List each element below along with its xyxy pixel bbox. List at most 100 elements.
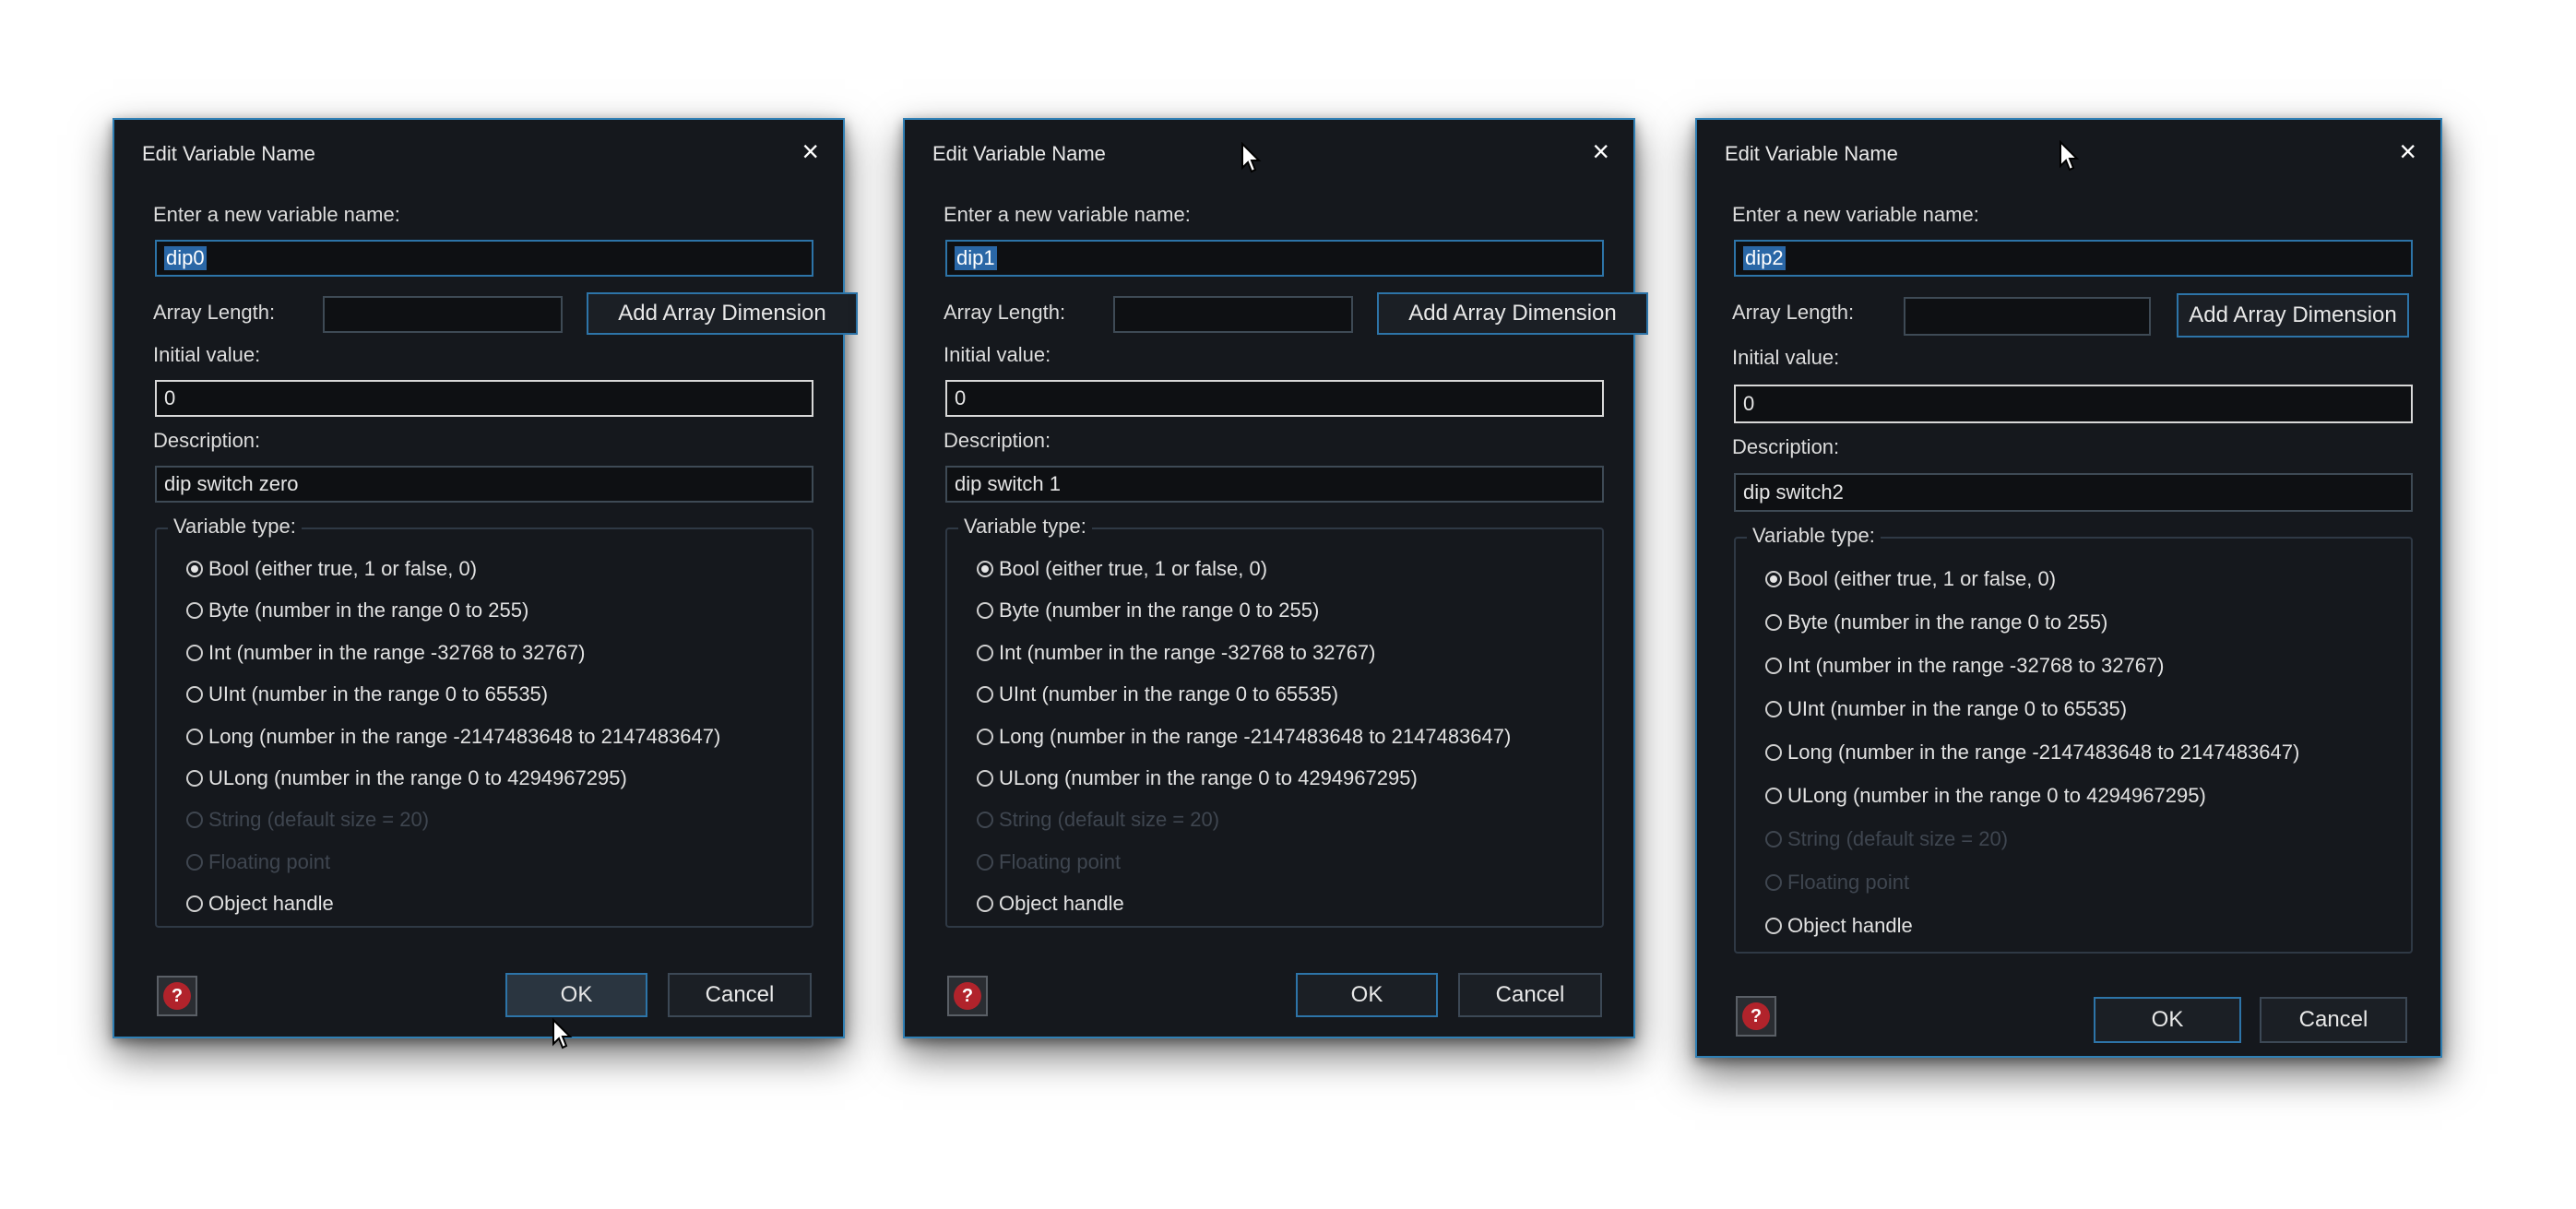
variable-type-option[interactable]: Byte (number in the range 0 to 255) [186,599,528,622]
description-label: Description: [1732,435,1840,458]
radio-button[interactable] [186,561,203,577]
variable-type-option[interactable]: Int (number in the range -32768 to 32767… [1765,654,2165,678]
array-length-input[interactable] [323,296,563,333]
variable-type-option-label: Object handle [999,892,1124,916]
variable-type-option[interactable]: Long (number in the range -2147483648 to… [1765,741,2299,765]
radio-button[interactable] [186,644,203,661]
variable-type-option-label: Long (number in the range -2147483648 to… [208,724,721,748]
variable-type-option-label: Byte (number in the range 0 to 255) [208,599,529,622]
variable-type-option[interactable]: Object handle [1765,914,1913,938]
variable-name-input[interactable]: dip0 [155,240,813,277]
array-length-label: Array Length: [944,301,1066,324]
edit-variable-dialog-dip0: Edit Variable Name × Enter a new variabl… [113,118,858,1049]
variable-type-option-label: ULong (number in the range 0 to 42949672… [999,766,1418,789]
selected-text: dip2 [1743,246,1786,270]
radio-button[interactable] [1765,744,1782,761]
variable-type-option[interactable]: Byte (number in the range 0 to 255) [1765,610,2107,634]
variable-type-option[interactable]: Object handle [977,892,1124,916]
variable-type-option[interactable]: Long (number in the range -2147483648 to… [977,725,1511,749]
array-length-input[interactable] [1904,297,2151,336]
variable-type-option[interactable]: Bool (either true, 1 or false, 0) [1765,567,2056,591]
variable-type-option[interactable]: Object handle [186,892,334,916]
close-icon[interactable]: × [2399,136,2416,166]
variable-type-option-label: Floating point [208,849,331,873]
variable-type-option[interactable]: ULong (number in the range 0 to 42949672… [186,766,627,790]
variable-type-option[interactable]: ULong (number in the range 0 to 42949672… [1765,784,2206,808]
variable-type-option[interactable]: Byte (number in the range 0 to 255) [977,599,1319,622]
initial-value-input[interactable]: 0 [155,380,813,417]
mouse-cursor-icon [2060,140,2080,172]
radio-button[interactable] [186,728,203,745]
ok-button[interactable]: OK [1296,973,1438,1017]
array-length-input[interactable] [1113,296,1353,333]
ok-button[interactable]: OK [2094,997,2241,1043]
radio-button [977,812,993,829]
radio-button[interactable] [1765,788,1782,804]
variable-type-option-label: String (default size = 20) [1787,827,2009,850]
radio-button[interactable] [977,644,993,661]
variable-type-option: Floating point [186,850,330,874]
radio-button[interactable] [1765,701,1782,717]
initial-value-label: Initial value: [944,343,1051,366]
radio-button[interactable] [977,602,993,620]
variable-name-input[interactable]: dip2 [1734,240,2413,277]
radio-button[interactable] [1765,918,1782,934]
ok-button[interactable]: OK [505,973,647,1017]
radio-button[interactable] [977,561,993,577]
variable-type-option-label: UInt (number in the range 0 to 65535) [1787,697,2128,720]
close-icon[interactable]: × [801,136,819,166]
variable-type-option-label: String (default size = 20) [999,808,1220,832]
dialog-title: Edit Variable Name [932,142,1106,165]
add-array-dimension-button[interactable]: Add Array Dimension [1377,292,1648,335]
radio-button [186,812,203,829]
initial-value-input[interactable]: 0 [945,380,1604,417]
variable-type-label: Variable type: [958,515,1092,539]
description-input[interactable]: dip switch 1 [945,466,1604,503]
radio-button [977,853,993,871]
radio-button[interactable] [977,728,993,745]
radio-button[interactable] [186,686,203,704]
help-icon[interactable]: ? [157,976,197,1016]
variable-type-option[interactable]: UInt (number in the range 0 to 65535) [1765,697,2127,721]
variable-type-option[interactable]: UInt (number in the range 0 to 65535) [977,682,1338,706]
variable-type-option[interactable]: Bool (either true, 1 or false, 0) [977,557,1267,581]
close-icon[interactable]: × [1592,136,1609,166]
variable-type-option[interactable]: UInt (number in the range 0 to 65535) [186,682,548,706]
dialog-title: Edit Variable Name [142,142,315,165]
description-input[interactable]: dip switch zero [155,466,813,503]
radio-button[interactable] [186,770,203,787]
dialog-title: Edit Variable Name [1725,142,1898,165]
variable-type-option-label: Long (number in the range -2147483648 to… [1787,741,2300,764]
variable-type-option[interactable]: Int (number in the range -32768 to 32767… [977,641,1376,665]
variable-type-option-label: Bool (either true, 1 or false, 0) [999,557,1268,580]
variable-type-label: Variable type: [168,515,302,539]
cancel-button[interactable]: Cancel [668,973,812,1017]
variable-name-input[interactable]: dip1 [945,240,1604,277]
variable-type-option[interactable]: Bool (either true, 1 or false, 0) [186,557,477,581]
variable-name-label: Enter a new variable name: [1732,203,1979,226]
cancel-button[interactable]: Cancel [2260,997,2407,1043]
variable-type-option[interactable]: Int (number in the range -32768 to 32767… [186,641,586,665]
radio-button[interactable] [186,602,203,620]
radio-button[interactable] [186,895,203,913]
add-array-dimension-button[interactable]: Add Array Dimension [2177,293,2409,338]
help-icon[interactable]: ? [947,976,988,1016]
variable-type-option[interactable]: Long (number in the range -2147483648 to… [186,725,720,749]
description-input[interactable]: dip switch2 [1734,473,2413,512]
radio-button[interactable] [1765,658,1782,674]
variable-type-option-label: Byte (number in the range 0 to 255) [999,599,1320,622]
radio-button[interactable] [977,895,993,913]
radio-button[interactable] [977,770,993,787]
variable-type-option[interactable]: ULong (number in the range 0 to 42949672… [977,766,1418,790]
add-array-dimension-button[interactable]: Add Array Dimension [587,292,858,335]
radio-button [1765,831,1782,847]
variable-type-option-label: Int (number in the range -32768 to 32767… [208,640,586,664]
help-icon[interactable]: ? [1736,996,1776,1037]
variable-type-option-label: Floating point [999,849,1122,873]
radio-button[interactable] [1765,614,1782,631]
radio-button[interactable] [1765,571,1782,587]
mouse-cursor-icon [552,1018,573,1049]
initial-value-input[interactable]: 0 [1734,385,2413,423]
cancel-button[interactable]: Cancel [1458,973,1602,1017]
radio-button[interactable] [977,686,993,704]
